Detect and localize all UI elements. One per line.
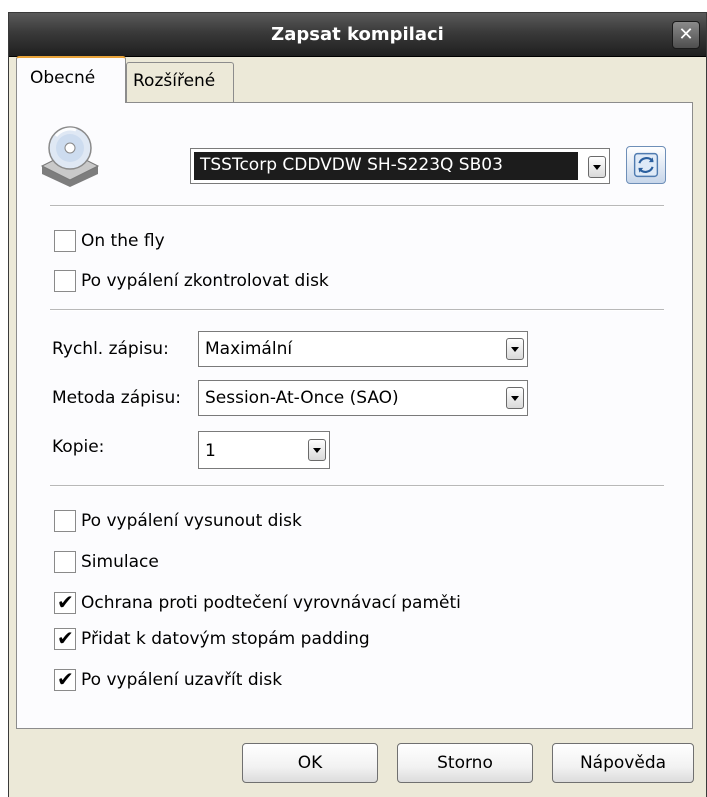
write-method-select[interactable]: Session-At-Once (SAO) <box>198 380 528 416</box>
close-icon: ✕ <box>678 24 694 45</box>
checkbox-box[interactable] <box>54 230 76 252</box>
chevron-down-icon[interactable] <box>588 156 606 178</box>
title-bar[interactable]: Zapsat kompilaci ✕ <box>9 13 706 57</box>
checkbox-label: Po vypálení vysunout disk <box>81 511 302 531</box>
ok-button[interactable]: OK <box>242 743 378 783</box>
checkbox-box[interactable] <box>54 551 76 573</box>
copies-select[interactable]: 1 <box>198 431 330 469</box>
copies-label: Kopie: <box>52 437 105 457</box>
separator <box>50 485 664 487</box>
checkbox-label: Po vypálení zkontrolovat disk <box>81 271 329 291</box>
separator <box>50 309 664 311</box>
checkbox-buffer-underrun[interactable]: ✔ Ochrana proti podtečení vyrovnávací pa… <box>54 590 461 616</box>
checkbox-label: Přidat k datovým stopám padding <box>81 629 370 649</box>
separator <box>50 205 664 207</box>
close-button[interactable]: ✕ <box>672 21 700 49</box>
help-button[interactable]: Nápověda <box>552 743 694 783</box>
write-method-value: Session-At-Once (SAO) <box>205 388 399 408</box>
write-speed-label: Rychl. zápisu: <box>52 339 169 359</box>
checkbox-data-padding[interactable]: ✔ Přidat k datovým stopám padding <box>54 626 370 652</box>
copies-value: 1 <box>205 441 216 461</box>
cd-drive-icon <box>40 126 100 187</box>
tab-general-label: Obecné <box>30 68 96 88</box>
chevron-down-icon[interactable] <box>308 439 326 461</box>
tab-general[interactable]: Obecné <box>16 56 126 103</box>
checkbox-label: Ochrana proti podtečení vyrovnávací pamě… <box>81 593 461 613</box>
checkbox-label: Po vypálení uzavřít disk <box>81 670 283 690</box>
tab-advanced-label: Rozšířené <box>133 71 216 91</box>
checkbox-finalize-disc[interactable]: ✔ Po vypálení uzavřít disk <box>54 667 282 693</box>
checkmark-icon: ✔ <box>57 667 74 691</box>
refresh-drives-button[interactable] <box>626 146 666 184</box>
chevron-down-icon[interactable] <box>506 387 524 409</box>
chevron-down-icon[interactable] <box>506 338 524 360</box>
write-speed-value: Maximální <box>205 339 293 359</box>
checkbox-label: Simulace <box>81 552 159 572</box>
checkbox-on-the-fly[interactable]: On the fly <box>54 228 165 254</box>
window-title: Zapsat kompilaci <box>271 24 444 45</box>
refresh-icon <box>633 152 659 178</box>
checkbox-label: On the fly <box>81 231 165 251</box>
drive-select[interactable]: TSSTcorp CDDVDW SH-S223Q SB03 <box>190 148 610 184</box>
write-method-label: Metoda zápisu: <box>52 388 182 408</box>
checkbox-box[interactable] <box>54 510 76 532</box>
checkmark-icon: ✔ <box>57 626 74 650</box>
checkmark-icon: ✔ <box>57 590 74 614</box>
checkbox-eject-disc[interactable]: Po vypálení vysunout disk <box>54 508 302 534</box>
checkbox-box[interactable]: ✔ <box>54 590 76 614</box>
tab-advanced[interactable]: Rozšířené <box>126 62 234 102</box>
drive-select-value: TSSTcorp CDDVDW SH-S223Q SB03 <box>194 152 578 180</box>
checkbox-simulation[interactable]: Simulace <box>54 549 159 575</box>
checkbox-box[interactable]: ✔ <box>54 667 76 691</box>
checkbox-verify-disc[interactable]: Po vypálení zkontrolovat disk <box>54 268 329 294</box>
cancel-button[interactable]: Storno <box>397 743 533 783</box>
write-speed-select[interactable]: Maximální <box>198 331 528 367</box>
checkbox-box[interactable] <box>54 270 76 292</box>
checkbox-box[interactable]: ✔ <box>54 626 76 650</box>
